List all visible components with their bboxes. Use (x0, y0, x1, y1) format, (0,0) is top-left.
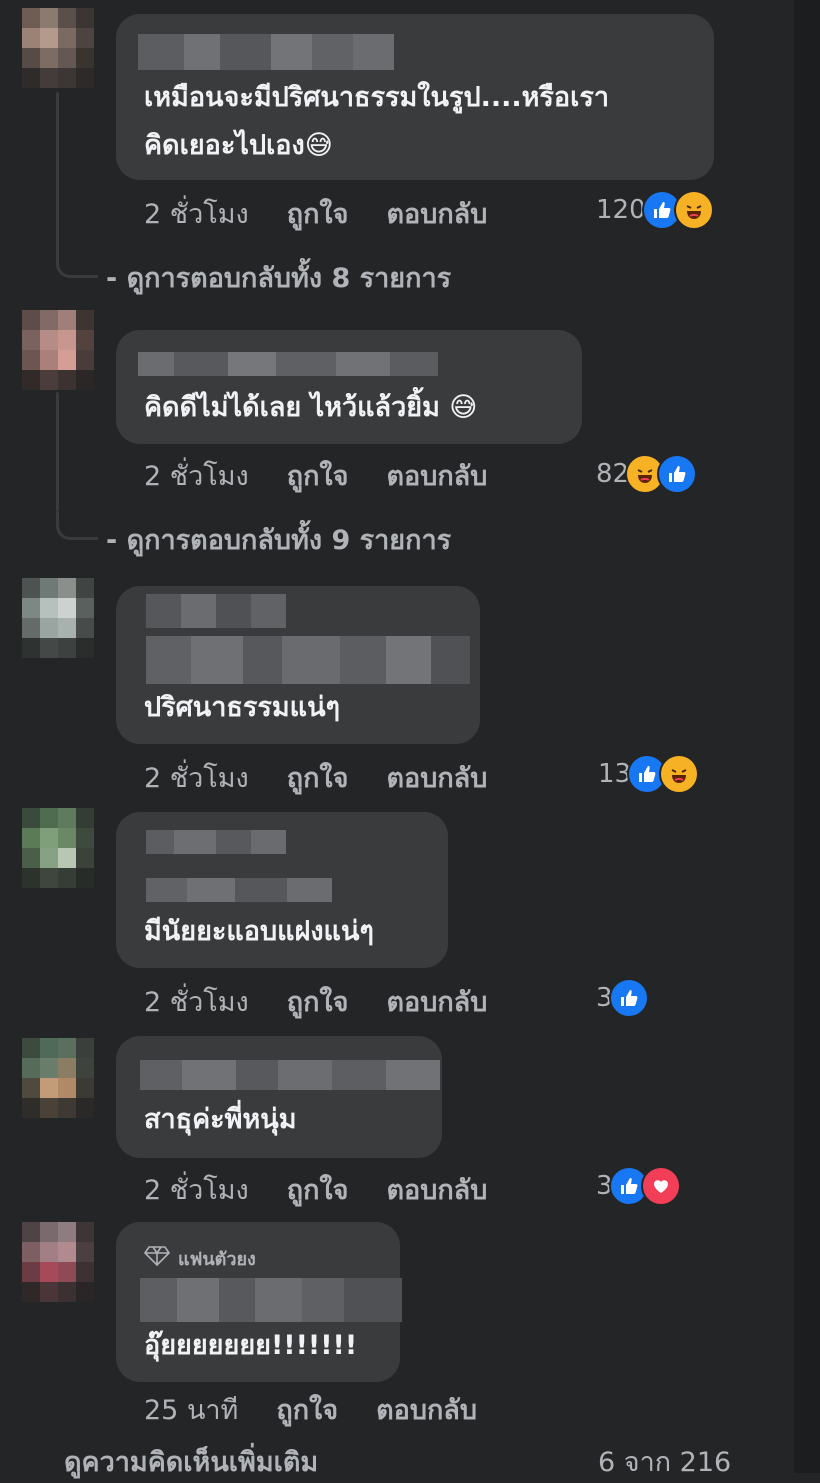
comment-actions: 2 ชั่วโมง ถูกใจ ตอบกลับ (144, 756, 487, 799)
comment-actions: 2 ชั่วโมง ถูกใจ ตอบกลับ (144, 1168, 487, 1211)
haha-icon (673, 190, 714, 230)
reply-button[interactable]: ตอบกลับ (386, 454, 487, 497)
commenter-name-line2 (146, 636, 470, 684)
reply-button[interactable]: ตอบกลับ (386, 980, 487, 1023)
scrollbar[interactable] (794, 0, 820, 1473)
top-fan-badge: แฟนตัวยง (143, 1244, 256, 1273)
commenter-name-line2 (146, 878, 332, 902)
comment-timestamp[interactable]: 25 นาที (144, 1388, 238, 1431)
comment-actions: 2 ชั่วโมง ถูกใจ ตอบกลับ (144, 454, 487, 497)
reaction-summary[interactable]: 82 (596, 454, 698, 494)
comment-timestamp[interactable]: 2 ชั่วโมง (144, 980, 249, 1023)
comment-text: คิดเยอะไปเอง😅 (144, 130, 333, 161)
comment-timestamp[interactable]: 2 ชั่วโมง (144, 192, 249, 235)
commenter-name[interactable] (138, 34, 394, 70)
reaction-summary[interactable]: 3 (596, 1166, 681, 1206)
dash-icon: - (106, 525, 127, 556)
commenter-name[interactable] (146, 594, 286, 628)
dash-icon: - (106, 263, 127, 294)
avatar[interactable] (22, 310, 94, 390)
like-button[interactable]: ถูกใจ (276, 1388, 338, 1431)
like-icon (657, 454, 698, 494)
commenter-name[interactable] (138, 352, 438, 376)
comment-pager: 6 จาก 216 (598, 1447, 732, 1478)
commenter-name[interactable] (146, 830, 286, 854)
avatar[interactable] (22, 1222, 94, 1302)
comment-text: ปริศนาธรรมแน่ๆ (144, 692, 341, 723)
like-button[interactable]: ถูกใจ (287, 192, 349, 235)
reaction-summary[interactable]: 13 (598, 754, 700, 794)
like-button[interactable]: ถูกใจ (287, 454, 349, 497)
reaction-summary[interactable]: 3 (596, 978, 649, 1018)
comment-actions: 25 นาที ถูกใจ ตอบกลับ (144, 1388, 477, 1431)
view-replies-link[interactable]: - ดูการตอบกลับทั้ง 9 รายการ (106, 518, 451, 561)
commenter-name[interactable] (140, 1278, 402, 1322)
comment-timestamp[interactable]: 2 ชั่วโมง (144, 1168, 249, 1211)
like-button[interactable]: ถูกใจ (287, 756, 349, 799)
avatar[interactable] (22, 578, 94, 658)
badge-label: แฟนตัวยง (178, 1249, 256, 1270)
like-icon (608, 978, 649, 1018)
haha-icon (659, 754, 700, 794)
reaction-summary[interactable]: 120 (596, 190, 714, 230)
avatar[interactable] (22, 8, 94, 88)
commenter-name[interactable] (140, 1060, 440, 1090)
comment-actions: 2 ชั่วโมง ถูกใจ ตอบกลับ (144, 192, 487, 235)
view-replies-link[interactable]: - ดูการตอบกลับทั้ง 8 รายการ (106, 256, 451, 299)
comment-timestamp[interactable]: 2 ชั่วโมง (144, 454, 249, 497)
comment-text: คิดดีไม่ได้เลย ไหว้แล้วยิ้ม 😅 (144, 392, 478, 423)
reply-button[interactable]: ตอบกลับ (386, 756, 487, 799)
love-icon (640, 1166, 681, 1206)
comment-actions: 2 ชั่วโมง ถูกใจ ตอบกลับ (144, 980, 487, 1023)
comment-text: สาธุค่ะพี่หนุ่ม (144, 1104, 297, 1135)
avatar[interactable] (22, 1038, 94, 1118)
reply-button[interactable]: ตอบกลับ (376, 1388, 477, 1431)
reaction-count: 120 (596, 195, 646, 225)
reply-button[interactable]: ตอบกลับ (386, 1168, 487, 1211)
comment-text: เหมือนจะมีปริศนาธรรมในรูป....หรือเรา (144, 82, 610, 113)
view-replies-label: ดูการตอบกลับทั้ง 8 รายการ (126, 263, 452, 294)
avatar[interactable] (22, 808, 94, 888)
comment-text: มีนัยยะแอบแฝงแน่ๆ (144, 916, 374, 947)
thread-line (56, 92, 59, 252)
view-more-comments-link[interactable]: ดูความคิดเห็นเพิ่มเติม (64, 1440, 318, 1483)
like-button[interactable]: ถูกใจ (287, 1168, 349, 1211)
comment-timestamp[interactable]: 2 ชั่วโมง (144, 756, 249, 799)
thread-connector (56, 512, 98, 540)
reply-button[interactable]: ตอบกลับ (386, 192, 487, 235)
comment-text: อุ๊ยยยยยยย!!!!!!! (144, 1330, 358, 1361)
view-replies-label: ดูการตอบกลับทั้ง 9 รายการ (126, 525, 452, 556)
diamond-icon (143, 1245, 171, 1272)
like-button[interactable]: ถูกใจ (287, 980, 349, 1023)
thread-connector (56, 250, 98, 278)
thread-line (56, 392, 59, 512)
